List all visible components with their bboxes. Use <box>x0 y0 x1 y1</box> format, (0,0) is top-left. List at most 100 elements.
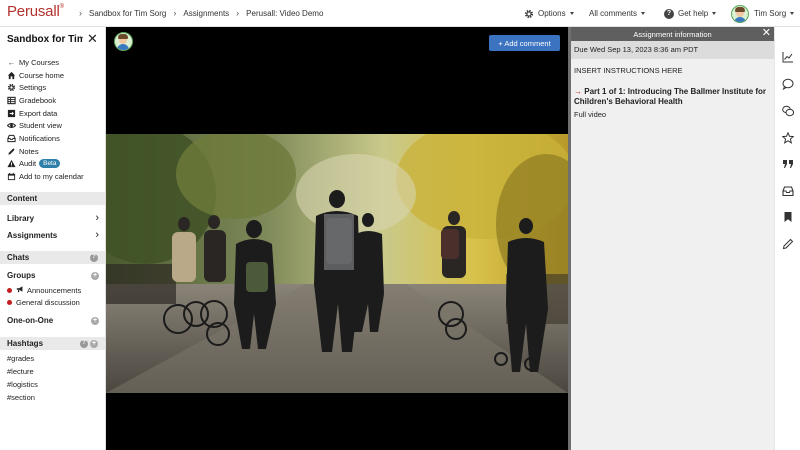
sidebar-item-label: My Courses <box>19 57 60 67</box>
chats-header-label: Chats <box>7 253 30 262</box>
chat-general-discussion[interactable]: General discussion <box>7 298 80 307</box>
add-chat-icon[interactable]: + <box>91 316 99 325</box>
pencil-icon <box>7 147 16 156</box>
help-icon[interactable]: ? <box>80 339 88 348</box>
breadcrumb-current: Perusall: Video Demo <box>246 8 324 18</box>
sidebar-item-audit[interactable]: Audit Beta <box>7 158 84 171</box>
comments-filter[interactable]: All comments <box>589 0 646 27</box>
instructions-text: INSERT INSTRUCTIONS HERE <box>574 66 683 75</box>
chevron-right-icon: › <box>236 8 240 18</box>
panel-header: Assignment information ✕ <box>571 27 774 41</box>
chart-icon[interactable] <box>782 51 794 63</box>
sidebar-item-assignments[interactable]: Assignments › <box>7 229 99 241</box>
hashtag-item[interactable]: #section <box>7 393 35 402</box>
right-toolbar <box>774 27 800 450</box>
bookmark-icon[interactable] <box>782 211 794 223</box>
inbox-icon[interactable] <box>782 185 794 197</box>
star-icon[interactable] <box>782 132 794 144</box>
arrow-left-icon: ← <box>7 57 16 67</box>
breadcrumb: › Sandbox for Tim Sorg › Assignments › P… <box>79 8 323 18</box>
chevron-right-icon: › <box>95 229 99 241</box>
video-player[interactable]: + Add comment <box>106 27 568 450</box>
assignment-info-panel: Assignment information ✕ Due Wed Sep 13,… <box>571 27 774 450</box>
announcements-label: Announcements <box>27 285 82 295</box>
quote-icon[interactable] <box>782 158 794 170</box>
question-icon: ? <box>664 8 674 19</box>
breadcrumb-assignments[interactable]: Assignments <box>183 9 229 18</box>
chevron-right-icon: › <box>79 8 82 18</box>
close-icon[interactable]: ✕ <box>87 32 98 45</box>
unread-dot <box>7 287 12 293</box>
comment-icon[interactable] <box>782 78 794 90</box>
perusall-logo[interactable]: Perusall® <box>7 3 64 20</box>
gear-icon <box>7 83 16 92</box>
add-group-icon[interactable]: + <box>91 271 99 280</box>
sidebar-item-notifications[interactable]: Notifications <box>7 132 84 145</box>
sidebar-item-course-home[interactable]: Course home <box>7 69 84 82</box>
chats-section-header: Chats ? <box>0 251 105 264</box>
help-icon[interactable]: ? <box>90 253 98 262</box>
sidebar: Sandbox for Tim Sorg ✕ ← My Courses Cour… <box>0 27 106 450</box>
chevron-right-icon: › <box>173 8 177 18</box>
general-discussion-label: General discussion <box>16 298 80 307</box>
hashtag-item[interactable]: #lecture <box>7 367 34 376</box>
avatar <box>731 4 749 23</box>
add-comment-button[interactable]: + Add comment <box>489 35 560 51</box>
options-menu[interactable]: Options <box>524 0 574 27</box>
comments-icon[interactable] <box>782 105 794 117</box>
assignments-label: Assignments <box>7 230 58 240</box>
sidebar-item-label: Student view <box>19 121 62 131</box>
sidebar-item-notes[interactable]: Notes <box>7 145 84 158</box>
hashtag-item[interactable]: #logistics <box>7 380 38 389</box>
close-icon[interactable]: ✕ <box>762 27 771 40</box>
course-title: Sandbox for Tim Sorg <box>7 34 83 45</box>
assignment-part-link[interactable]: → Part 1 of 1: Introducing The Ballmer I… <box>574 87 769 107</box>
sidebar-item-label: Export data <box>19 108 58 118</box>
inbox-icon <box>7 134 16 143</box>
library-label: Library <box>7 213 35 223</box>
pencil-icon[interactable] <box>782 238 794 250</box>
part-detail: Full video <box>574 110 607 119</box>
sidebar-item-export-data[interactable]: Export data <box>7 107 84 120</box>
caret-down-icon <box>712 12 717 15</box>
content-section-header: Content <box>0 192 105 205</box>
logo-mark: ® <box>59 4 64 10</box>
beta-badge: Beta <box>39 159 61 169</box>
calendar-icon <box>7 172 16 181</box>
groups-label: Groups <box>7 271 36 280</box>
breadcrumb-course[interactable]: Sandbox for Tim Sorg <box>89 9 166 18</box>
one-on-one-header: One-on-One + <box>7 316 99 325</box>
caret-down-icon <box>569 12 574 15</box>
comments-filter-label: All comments <box>589 9 638 18</box>
gradebook-icon <box>7 96 16 105</box>
groups-header: Groups + <box>7 271 99 280</box>
one-on-one-label: One-on-One <box>7 316 54 325</box>
sidebar-item-my-courses[interactable]: ← My Courses <box>7 56 84 69</box>
logo-text: Perusall <box>7 3 60 20</box>
sidebar-item-settings[interactable]: Settings <box>7 81 84 94</box>
sidebar-item-student-view[interactable]: Student view <box>7 119 84 132</box>
hashtags-section-header: Hashtags ? + <box>0 337 105 350</box>
sidebar-item-label: Add to my calendar <box>19 172 84 182</box>
user-menu[interactable]: Tim Sorg <box>731 0 795 27</box>
caret-down-icon <box>641 12 646 15</box>
help-menu[interactable]: ? Get help <box>664 0 717 27</box>
user-name: Tim Sorg <box>754 9 787 18</box>
course-menu: ← My Courses Course home Settings Gradeb… <box>7 56 84 183</box>
chat-announcements[interactable]: Announcements <box>7 285 81 295</box>
options-label: Options <box>538 9 566 18</box>
help-label: Get help <box>678 9 709 18</box>
hashtag-item[interactable]: #grades <box>7 354 34 363</box>
add-hashtag-icon[interactable]: + <box>90 339 98 348</box>
hashtags-header-label: Hashtags <box>7 339 44 348</box>
megaphone-icon <box>16 285 24 295</box>
sidebar-item-calendar[interactable]: Add to my calendar <box>7 170 84 183</box>
sidebar-item-label: Notes <box>19 146 39 156</box>
sidebar-item-library[interactable]: Library › <box>7 212 99 224</box>
avatar[interactable] <box>114 32 133 51</box>
sidebar-item-label: Notifications <box>19 133 60 143</box>
video-frame[interactable] <box>106 134 568 393</box>
sidebar-item-label: Audit <box>19 159 37 169</box>
sidebar-item-gradebook[interactable]: Gradebook <box>7 94 84 107</box>
gear-icon <box>524 9 534 18</box>
